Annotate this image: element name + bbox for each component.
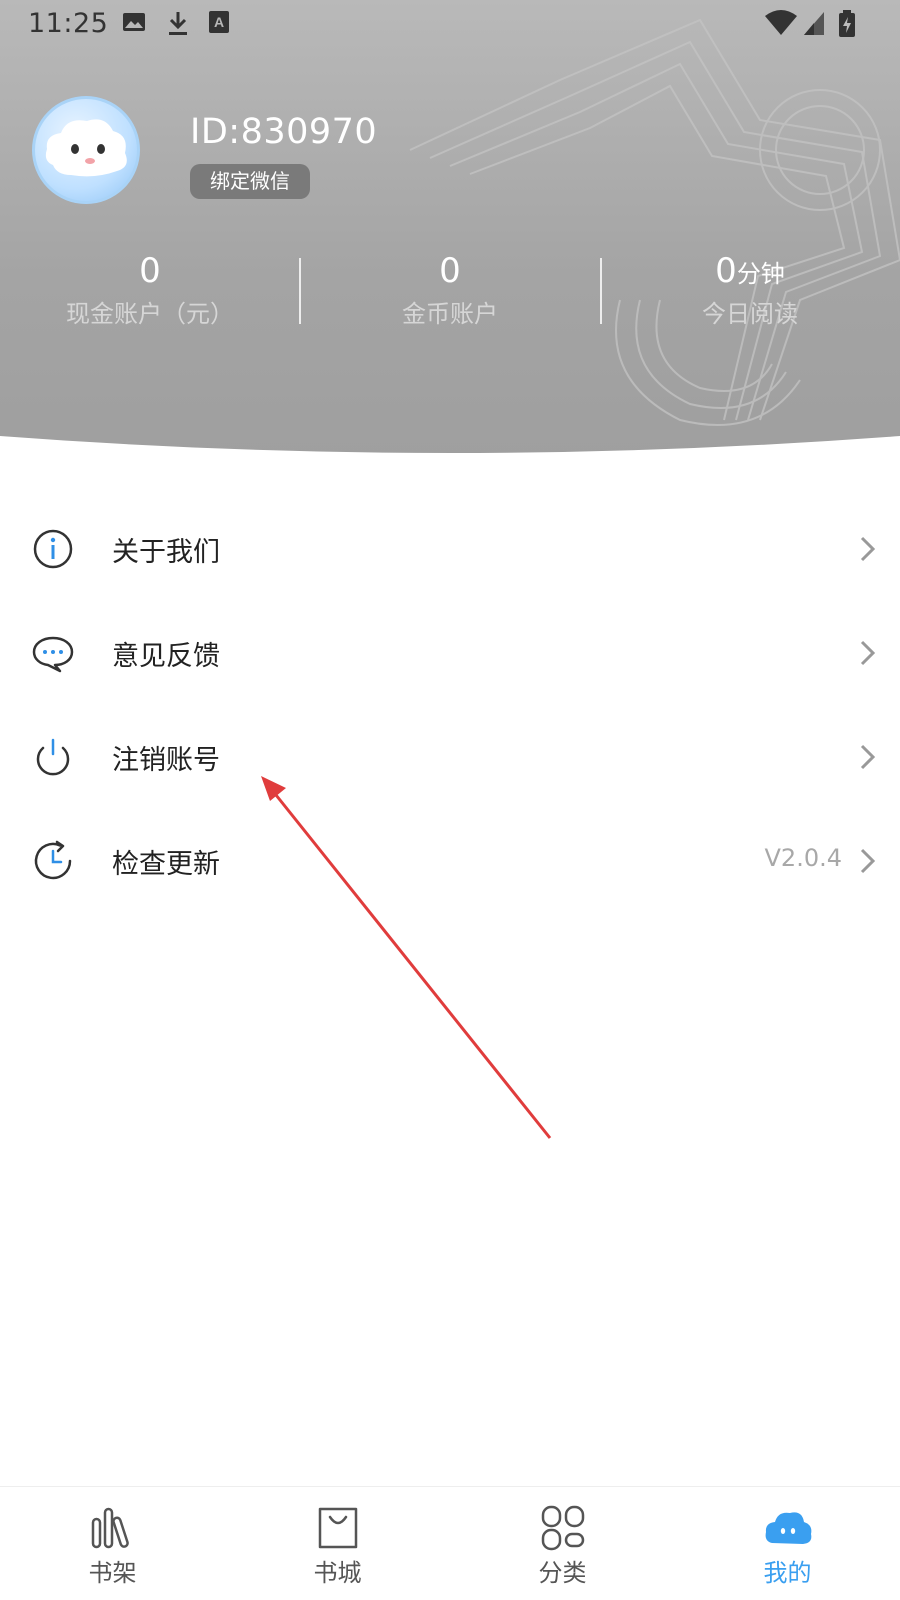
cloud-face-icon xyxy=(765,1512,812,1544)
info-icon xyxy=(33,529,73,569)
clock-refresh-icon xyxy=(34,840,72,880)
settings-menu: 关于我们 意见反馈 注销账号 检查更新 V2.0.4 xyxy=(0,498,900,914)
chevron-right-icon xyxy=(860,536,876,562)
cloud-mascot-icon xyxy=(45,119,127,177)
bind-wechat-button[interactable]: 绑定微信 xyxy=(190,164,310,199)
chevron-right-icon xyxy=(860,848,876,874)
avatar[interactable] xyxy=(32,96,140,204)
stat-label: 现金账户（元） xyxy=(66,300,234,328)
stat-reading-today[interactable]: 0分钟 今日阅读 xyxy=(600,250,900,333)
profile-header xyxy=(0,0,900,460)
stat-label: 金币账户 xyxy=(402,300,498,328)
menu-item-check-update[interactable]: 检查更新 V2.0.4 xyxy=(0,810,900,914)
tab-bookstore[interactable]: 书城 xyxy=(225,1487,450,1600)
menu-item-feedback[interactable]: 意见反馈 xyxy=(0,602,900,706)
tab-label: 我的 xyxy=(763,1559,812,1587)
download-icon xyxy=(169,12,187,35)
bookshelf-icon xyxy=(91,1507,129,1549)
stat-label: 今日阅读 xyxy=(702,300,798,328)
account-stats: 0 现金账户（元） 0 金币账户 0分钟 今日阅读 xyxy=(0,250,900,340)
wifi-icon xyxy=(765,10,797,35)
stat-value: 0 xyxy=(439,251,461,291)
shopping-bag-icon xyxy=(318,1507,358,1549)
menu-item-delete-account[interactable]: 注销账号 xyxy=(0,706,900,810)
status-bar: 11:25 A xyxy=(0,0,900,50)
menu-item-label: 意见反馈 xyxy=(112,641,220,672)
menu-item-label: 关于我们 xyxy=(112,537,220,568)
app-version: V2.0.4 xyxy=(764,844,842,872)
stat-value: 0分钟 xyxy=(715,251,785,291)
menu-item-label: 注销账号 xyxy=(112,745,220,776)
chevron-right-icon xyxy=(860,640,876,666)
svg-text:A: A xyxy=(214,14,224,30)
battery-charging-icon xyxy=(839,10,855,37)
image-notification-icon xyxy=(123,13,145,31)
cellular-signal-icon xyxy=(804,12,824,35)
header-bottom-curve xyxy=(0,436,900,460)
chat-bubble-icon xyxy=(32,636,74,673)
user-id: ID:830970 xyxy=(190,112,378,152)
menu-item-about-us[interactable]: 关于我们 xyxy=(0,498,900,602)
tab-category[interactable]: 分类 xyxy=(450,1487,675,1600)
stat-value: 0 xyxy=(139,251,161,291)
font-notification-icon: A xyxy=(209,11,229,33)
status-time: 11:25 xyxy=(28,8,109,39)
tab-label: 书架 xyxy=(88,1559,137,1587)
tab-bookshelf[interactable]: 书架 xyxy=(0,1487,225,1600)
bottom-tab-bar: 书架 书城 分类 我的 xyxy=(0,1486,900,1600)
tab-mine[interactable]: 我的 xyxy=(675,1487,900,1600)
stat-coin-account[interactable]: 0 金币账户 xyxy=(300,250,600,333)
tab-label: 分类 xyxy=(538,1559,587,1587)
tab-label: 书城 xyxy=(313,1559,362,1587)
menu-item-label: 检查更新 xyxy=(112,849,220,880)
category-grid-icon xyxy=(541,1505,585,1551)
power-icon xyxy=(36,738,70,776)
stat-cash-account[interactable]: 0 现金账户（元） xyxy=(0,250,300,333)
chevron-right-icon xyxy=(860,744,876,770)
